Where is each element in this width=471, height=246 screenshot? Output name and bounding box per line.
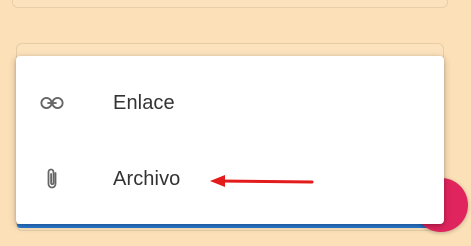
- link-icon: [40, 91, 64, 115]
- accent-bar: [17, 224, 443, 228]
- menu-item-link[interactable]: Enlace: [16, 77, 444, 129]
- menu-item-file[interactable]: Archivo: [16, 153, 444, 205]
- paperclip-icon: [40, 167, 64, 191]
- top-panel: [12, 0, 448, 8]
- menu-item-label: Enlace: [113, 92, 175, 114]
- menu-item-label: Archivo: [113, 168, 181, 190]
- attachment-menu: Enlace Archivo: [16, 56, 444, 224]
